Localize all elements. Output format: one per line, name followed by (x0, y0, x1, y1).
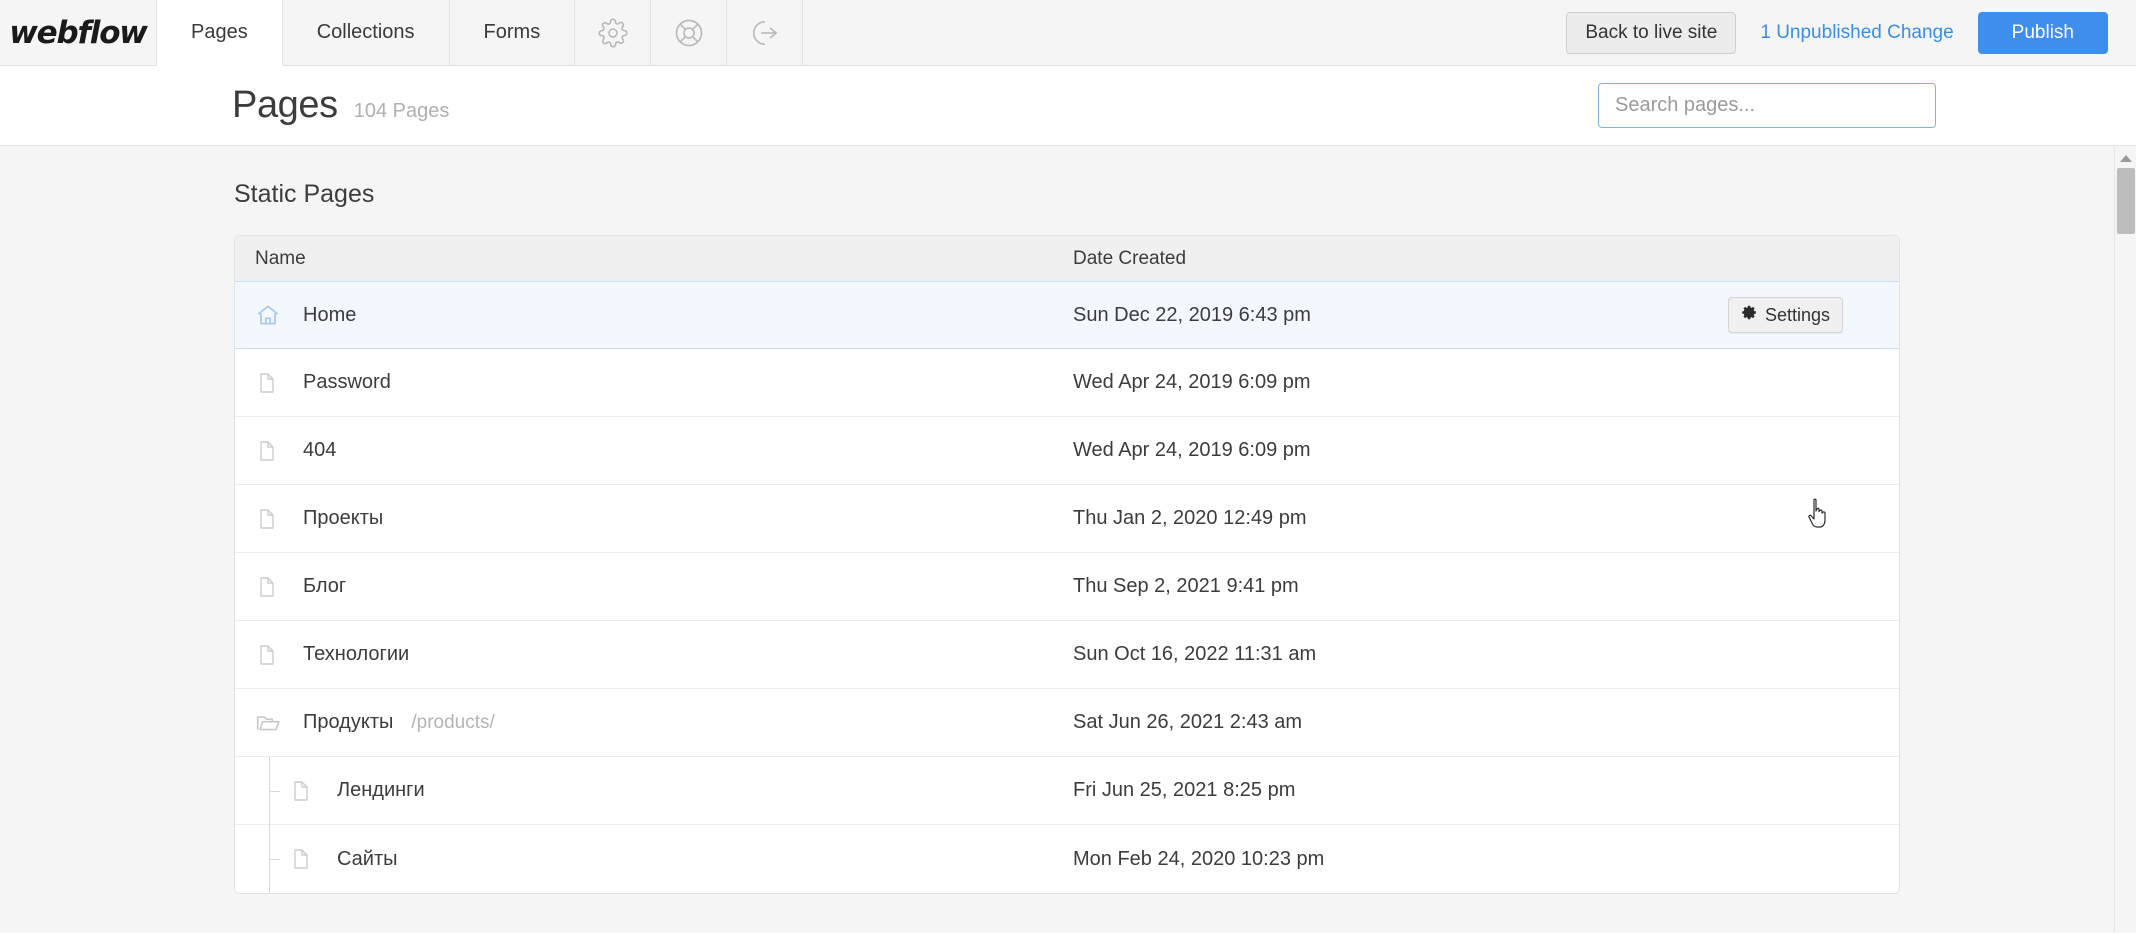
row-name-cell: Продукты/products/ (235, 710, 1073, 736)
row-name-cell: Блог (235, 575, 1073, 599)
tab-pages[interactable]: Pages (157, 0, 283, 66)
row-name-cell: Лендинги (235, 757, 1073, 825)
back-to-live-site-button[interactable]: Back to live site (1566, 12, 1736, 54)
search-input[interactable] (1598, 83, 1936, 128)
vertical-scrollbar[interactable] (2114, 146, 2136, 933)
page-icon (255, 643, 295, 667)
topbar-actions: Back to live site 1 Unpublished Change P… (1566, 0, 2136, 65)
row-page-name: Технологии (303, 643, 409, 666)
scroll-up-arrow-icon (2120, 155, 2132, 162)
table-row[interactable]: Лендинги Fri Jun 25, 2021 8:25 pm (235, 757, 1899, 825)
row-page-name: 404 (303, 439, 336, 462)
scroll-up-arrow-button[interactable] (2115, 150, 2136, 166)
row-date-created: Mon Feb 24, 2020 10:23 pm (1073, 848, 1324, 871)
content-inner: Static Pages Name Date Created Home Sun D… (0, 146, 2136, 894)
tree-connector-line (255, 825, 289, 893)
tab-help[interactable] (651, 0, 727, 65)
row-page-name: Password (303, 371, 391, 394)
page-icon (289, 847, 329, 871)
row-date-created: Fri Jun 25, 2021 8:25 pm (1073, 779, 1295, 802)
page-count-label: 104 Pages (354, 100, 450, 123)
main-content: Static Pages Name Date Created Home Sun D… (0, 146, 2136, 933)
row-name-cell: 404 (235, 439, 1073, 463)
table-row[interactable]: Блог Thu Sep 2, 2021 9:41 pm (235, 553, 1899, 621)
row-page-name: Home (303, 304, 356, 327)
gear-icon (1741, 304, 1758, 326)
page-icon (255, 575, 295, 599)
nav-tab-list: Pages Collections Forms (157, 0, 803, 65)
row-name-cell: Сайты (235, 825, 1073, 893)
page-icon (289, 779, 329, 803)
page-title-group: Pages 104 Pages (232, 84, 449, 127)
tab-collections-label: Collections (317, 21, 415, 44)
tree-connector-line (255, 757, 289, 825)
row-page-slug: /products/ (411, 712, 494, 734)
table-row[interactable]: Home Sun Dec 22, 2019 6:43 pm Settings (235, 281, 1899, 349)
row-date-created: Wed Apr 24, 2019 6:09 pm (1073, 371, 1311, 394)
row-page-name: Лендинги (337, 779, 425, 802)
folder-icon (255, 710, 295, 736)
tab-forms[interactable]: Forms (450, 0, 576, 65)
row-date-created: Wed Apr 24, 2019 6:09 pm (1073, 439, 1311, 462)
static-pages-heading: Static Pages (234, 180, 2136, 209)
top-navigation-bar: webflow Pages Collections Forms (0, 0, 2136, 66)
logout-icon (750, 18, 780, 48)
scrollbar-thumb[interactable] (2117, 168, 2135, 234)
webflow-logo[interactable]: webflow (0, 0, 157, 65)
row-name-cell: Технологии (235, 643, 1073, 667)
row-date-created: Sun Dec 22, 2019 6:43 pm (1073, 304, 1311, 327)
table-header-row: Name Date Created (235, 236, 1899, 282)
table-row[interactable]: Password Wed Apr 24, 2019 6:09 pm (235, 349, 1899, 417)
page-header: Pages 104 Pages (0, 66, 2136, 146)
table-row[interactable]: Технологии Sun Oct 16, 2022 11:31 am (235, 621, 1899, 689)
page-icon (255, 371, 295, 395)
tab-site-settings[interactable] (575, 0, 651, 65)
tab-forms-label: Forms (484, 21, 541, 44)
column-header-date-created[interactable]: Date Created (1073, 248, 1186, 270)
row-date-created: Thu Jan 2, 2020 12:49 pm (1073, 507, 1307, 530)
row-page-name: Проекты (303, 507, 383, 530)
row-date-created: Sat Jun 26, 2021 2:43 am (1073, 711, 1302, 734)
tab-collections[interactable]: Collections (283, 0, 450, 65)
publish-button[interactable]: Publish (1978, 12, 2108, 54)
row-name-cell: Password (235, 371, 1073, 395)
row-page-name: Сайты (337, 848, 398, 871)
row-date-created: Thu Sep 2, 2021 9:41 pm (1073, 575, 1299, 598)
row-page-name: Продукты (303, 711, 393, 734)
home-icon (255, 302, 295, 328)
row-settings-label: Settings (1765, 305, 1830, 326)
webflow-logo-text: webflow (9, 15, 147, 51)
row-settings-button[interactable]: Settings (1728, 297, 1843, 333)
row-date-created: Sun Oct 16, 2022 11:31 am (1073, 643, 1316, 666)
page-title: Pages (232, 84, 338, 127)
table-row[interactable]: Сайты Mon Feb 24, 2020 10:23 pm (235, 825, 1899, 893)
row-name-cell: Проекты (235, 507, 1073, 531)
table-body: Home Sun Dec 22, 2019 6:43 pm Settings Pass… (235, 281, 1899, 893)
column-header-name[interactable]: Name (235, 248, 1073, 270)
lifesaver-icon (674, 18, 704, 48)
page-icon (255, 439, 295, 463)
page-icon (255, 507, 295, 531)
row-name-cell: Home (235, 302, 1073, 328)
tab-pages-label: Pages (191, 21, 248, 44)
tab-logout[interactable] (727, 0, 803, 65)
table-row[interactable]: Продукты/products/Sat Jun 26, 2021 2:43 … (235, 689, 1899, 757)
gear-icon (598, 18, 628, 48)
search-container (1598, 83, 1936, 128)
table-row[interactable]: Проекты Thu Jan 2, 2020 12:49 pm (235, 485, 1899, 553)
pages-table: Name Date Created Home Sun Dec 22, 2019 6… (234, 235, 1900, 894)
row-page-name: Блог (303, 575, 346, 598)
unpublished-changes-link[interactable]: 1 Unpublished Change (1760, 22, 1953, 44)
table-row[interactable]: 404 Wed Apr 24, 2019 6:09 pm (235, 417, 1899, 485)
